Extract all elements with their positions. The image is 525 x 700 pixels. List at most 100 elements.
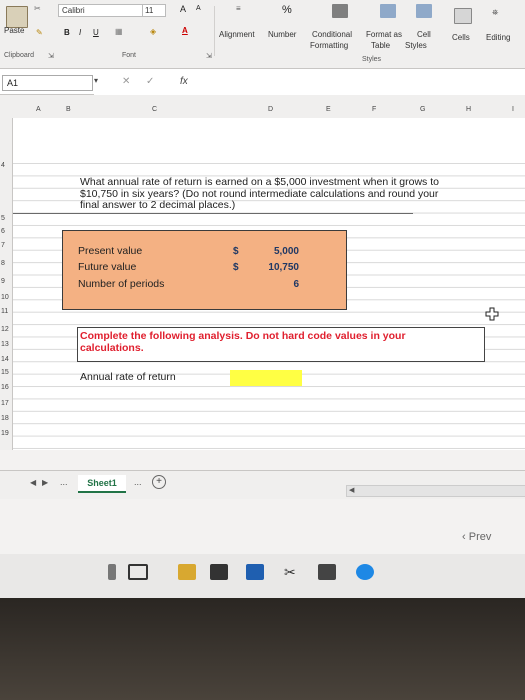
column-header[interactable]: F: [372, 106, 376, 113]
row-header[interactable]: 8: [1, 260, 5, 267]
column-header[interactable]: D: [268, 106, 273, 113]
cancel-icon[interactable]: ✕: [122, 76, 130, 87]
cells-button[interactable]: Cells: [452, 33, 470, 42]
column-header[interactable]: H: [466, 106, 471, 113]
find-binoculars-icon[interactable]: ⛯: [492, 8, 498, 18]
task-view-icon[interactable]: [128, 564, 148, 580]
row-header[interactable]: 18: [1, 415, 9, 422]
font-color-icon[interactable]: A: [182, 26, 188, 35]
number-of-periods-value[interactable]: 6: [239, 279, 299, 290]
insert-function-icon[interactable]: fx: [180, 76, 188, 87]
prev-button[interactable]: ‹ Prev: [462, 531, 491, 543]
format-painter-icon[interactable]: ✎: [36, 28, 43, 37]
merged-cell-area[interactable]: [13, 118, 525, 162]
clipboard-launcher-icon[interactable]: ⇲: [48, 52, 54, 60]
underline-button[interactable]: U: [93, 28, 99, 37]
font-size-select[interactable]: 11: [142, 4, 166, 17]
device-bezel: [0, 598, 525, 700]
cell-styles-icon[interactable]: [416, 4, 432, 18]
bold-button[interactable]: B: [64, 28, 70, 37]
row-header[interactable]: 9: [1, 278, 5, 285]
borders-icon[interactable]: ▦: [115, 27, 123, 36]
cell-styles-button-line2[interactable]: Styles: [405, 41, 427, 50]
row-header[interactable]: 10: [1, 294, 9, 301]
row-header[interactable]: 19: [1, 430, 9, 437]
scroll-arrow-left-icon[interactable]: ◀: [349, 486, 354, 494]
present-value-value[interactable]: 5,000: [239, 246, 299, 257]
alignment-icon[interactable]: ≡: [236, 4, 241, 13]
prev-label: Prev: [468, 531, 492, 543]
row-header[interactable]: 13: [1, 341, 9, 348]
conditional-formatting-icon[interactable]: [332, 4, 348, 18]
sheet-tab-sheet1[interactable]: Sheet1: [78, 475, 126, 493]
styles-group-label: Styles: [362, 56, 382, 63]
row-header[interactable]: 12: [1, 326, 9, 333]
sheets-more-right[interactable]: ...: [134, 477, 142, 487]
future-value-value[interactable]: 10,750: [239, 262, 299, 273]
instruction-text: Complete the following analysis. Do not …: [80, 330, 406, 354]
row-header[interactable]: 4: [1, 162, 5, 169]
fill-color-icon[interactable]: ◈: [150, 27, 156, 36]
column-header[interactable]: B: [66, 106, 71, 113]
row-header[interactable]: 6: [1, 228, 5, 235]
paste-icon[interactable]: [6, 6, 28, 28]
microphone-icon[interactable]: [108, 564, 116, 580]
number-button[interactable]: Number: [268, 30, 296, 39]
paste-button[interactable]: Paste: [4, 26, 24, 35]
grow-font-button[interactable]: A: [180, 4, 186, 14]
column-header[interactable]: A: [36, 106, 41, 113]
column-header[interactable]: E: [326, 106, 331, 113]
editing-button[interactable]: Editing: [486, 33, 510, 42]
row-header[interactable]: 7: [1, 242, 5, 249]
name-box[interactable]: A1: [2, 75, 93, 91]
annual-rate-answer-cell[interactable]: [230, 370, 302, 386]
column-header[interactable]: G: [420, 106, 425, 113]
formula-input[interactable]: [200, 73, 520, 89]
sheets-more-left[interactable]: ...: [60, 477, 68, 487]
settings-tools-icon[interactable]: ✂: [284, 564, 302, 580]
sheet-tab-bar: ◀ ▶ ... Sheet1 ... + ◀: [0, 470, 525, 499]
row-header[interactable]: 17: [1, 400, 9, 407]
number-format-icon[interactable]: %: [282, 4, 292, 16]
scroll-left-icon[interactable]: ◀: [30, 478, 36, 487]
formula-bar: A1 ▾ ✕ ✓ fx: [0, 69, 525, 102]
cells-icon[interactable]: [454, 8, 472, 24]
row-header[interactable]: 5: [1, 215, 5, 222]
shrink-font-button[interactable]: A: [196, 5, 201, 12]
row-header[interactable]: 11: [1, 308, 8, 315]
italic-button[interactable]: I: [79, 28, 81, 37]
cell-styles-button[interactable]: Cell: [417, 30, 431, 39]
store-icon[interactable]: [210, 564, 228, 580]
row-header[interactable]: 14: [1, 356, 9, 363]
font-name-select[interactable]: Calibri: [58, 4, 143, 17]
conditional-formatting-button[interactable]: Conditional: [312, 30, 352, 39]
excel-window: Paste ✂ ✎ Clipboard ⇲ Calibri 11 A A B I…: [0, 0, 525, 598]
font-launcher-icon[interactable]: ⇲: [206, 52, 212, 60]
question-cell-border: [13, 213, 413, 214]
annual-rate-label: Annual rate of return: [80, 371, 176, 383]
ribbon-divider: [214, 6, 215, 56]
column-header[interactable]: I: [512, 106, 514, 113]
outlook-icon[interactable]: [246, 564, 264, 580]
add-sheet-icon[interactable]: +: [152, 475, 166, 489]
number-of-periods-label: Number of periods: [78, 278, 165, 290]
format-as-table-icon[interactable]: [380, 4, 396, 18]
file-explorer-icon[interactable]: [178, 564, 196, 580]
enter-icon[interactable]: ✓: [146, 76, 154, 87]
column-header[interactable]: C: [152, 106, 157, 113]
conditional-formatting-button-line2[interactable]: Formatting: [310, 41, 348, 50]
calculator-icon[interactable]: [318, 564, 336, 580]
inputs-block[interactable]: Present value Future value Number of per…: [62, 230, 347, 310]
clipboard-group-label: Clipboard: [4, 52, 34, 59]
cut-icon[interactable]: ✂: [34, 4, 41, 13]
row-header[interactable]: 15: [1, 369, 9, 376]
edge-icon[interactable]: [356, 564, 374, 580]
present-value-label: Present value: [78, 245, 143, 257]
chevron-left-icon: ‹: [462, 531, 469, 543]
scroll-right-icon[interactable]: ▶: [42, 478, 48, 487]
horizontal-scrollbar[interactable]: ◀: [346, 485, 525, 497]
format-as-table-button-line2[interactable]: Table: [371, 41, 390, 50]
row-header[interactable]: 16: [1, 384, 9, 391]
format-as-table-button[interactable]: Format as: [366, 30, 402, 39]
alignment-button[interactable]: Alignment: [219, 30, 255, 39]
